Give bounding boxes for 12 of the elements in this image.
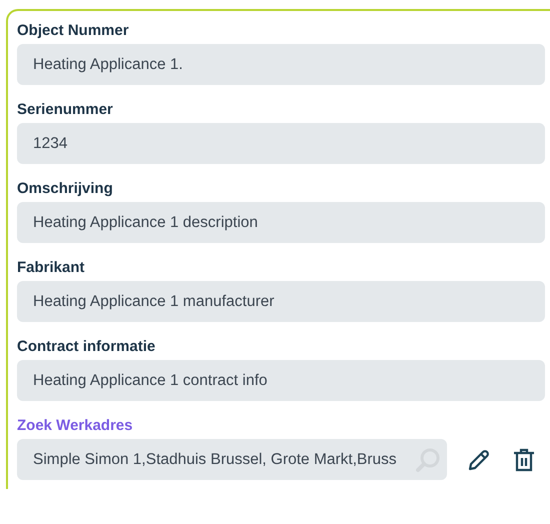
field-label: Fabrikant <box>17 259 85 276</box>
input-field[interactable]: Heating Applicance 1 description <box>17 202 545 243</box>
input-field[interactable]: Heating Applicance 1. <box>17 44 545 85</box>
field-label: Serienummer <box>17 101 113 118</box>
input-field[interactable]: Heating Applicance 1 manufacturer <box>17 281 545 322</box>
search-field[interactable]: Simple Simon 1,Stadhuis Brussel, Grote Markt,Bruss <box>17 439 447 480</box>
field-label: Object Nummer <box>17 22 129 39</box>
field-label: Omschrijving <box>17 180 113 197</box>
input-field[interactable]: 1234 <box>17 123 545 164</box>
field-label: Zoek Werkadres <box>17 417 133 434</box>
field-label: Contract informatie <box>17 338 156 355</box>
input-field[interactable]: Heating Applicance 1 contract info <box>17 360 545 401</box>
